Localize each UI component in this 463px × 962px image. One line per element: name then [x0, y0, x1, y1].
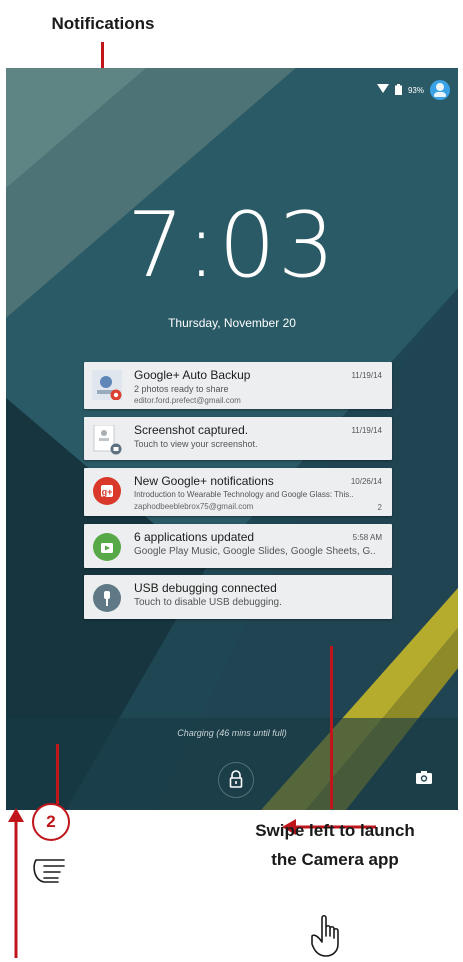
swipe-callout-line: [330, 646, 333, 809]
usb-debug-icon: [92, 583, 122, 613]
notification-time: 11/19/14: [351, 371, 382, 380]
notification-time: 10/26/14: [350, 477, 382, 486]
notifications-callout: Notifications: [51, 14, 155, 33]
battery-percent: 93%: [407, 85, 424, 95]
lockscreen-clock: 7:03: [126, 193, 338, 298]
notification-text: Google Play Music, Google Slides, Google…: [134, 546, 376, 557]
notification-title: Screenshot captured.: [134, 423, 249, 437]
notification-text: 2 photos ready to share: [134, 384, 229, 394]
notification-text: Introduction to Wearable Technology and …: [134, 490, 354, 499]
lockscreen-date: Thursday, November 20: [168, 316, 296, 330]
swipe-up-arrow-icon: [8, 808, 24, 958]
notification-screenshot[interactable]: Screenshot captured. 11/19/14 Touch to v…: [84, 417, 392, 460]
notification-title: USB debugging connected: [134, 581, 277, 595]
notification-title: Google+ Auto Backup: [134, 368, 251, 382]
camera-shortcut-icon[interactable]: [416, 770, 432, 789]
wifi-icon: [376, 84, 389, 96]
notification-time: 11/19/14: [351, 426, 382, 435]
notification-count: 2: [377, 503, 382, 512]
swipe-callout-line-1: Swipe left to launch: [255, 821, 415, 840]
notification-account: editor.ford.prefect@gmail.com: [134, 396, 241, 405]
notification-title: 6 applications updated: [134, 530, 255, 544]
notification-usb-debugging[interactable]: USB debugging connected Touch to disable…: [84, 575, 392, 619]
battery-icon: [394, 83, 402, 97]
notification-time: 5:58 AM: [352, 533, 382, 542]
notification-text: Touch to view your screenshot.: [134, 439, 258, 449]
lock-icon: [229, 770, 243, 788]
notification-text: Touch to disable USB debugging.: [134, 597, 282, 608]
unlock-button[interactable]: [218, 762, 254, 798]
notification-title: New Google+ notifications: [134, 474, 274, 488]
lock-screen[interactable]: 93% 7:03 Thursday, November 20 Google+ A…: [6, 68, 458, 810]
hand-swipe-up-icon: [33, 859, 65, 883]
screenshot-icon: [92, 424, 122, 455]
play-store-icon: [92, 532, 122, 562]
notification-account: zaphodbeeblebrox75@gmail.com: [134, 502, 254, 511]
swipe-callout-line-2: the Camera app: [271, 850, 399, 869]
notification-google-plus-backup[interactable]: Google+ Auto Backup 11/19/14 2 photos re…: [84, 362, 392, 409]
user-avatar-icon[interactable]: [430, 80, 450, 100]
step-callout-line: [56, 744, 59, 804]
notification-apps-updated[interactable]: 6 applications updated 5:58 AM Google Pl…: [84, 524, 392, 568]
google-plus-icon: g+: [92, 476, 122, 506]
svg-text:g+: g+: [102, 487, 113, 497]
hand-tap-icon: [311, 914, 339, 957]
step-number-badge: 2: [32, 803, 70, 841]
charging-status: Charging (46 mins until full): [177, 728, 287, 738]
status-bar: 93%: [376, 80, 450, 100]
swipe-camera-callout: Swipe left to launch the Camera app: [212, 816, 458, 874]
photo-backup-icon: [92, 370, 122, 401]
notification-google-plus[interactable]: g+ New Google+ notifications 10/26/14 In…: [84, 468, 392, 516]
